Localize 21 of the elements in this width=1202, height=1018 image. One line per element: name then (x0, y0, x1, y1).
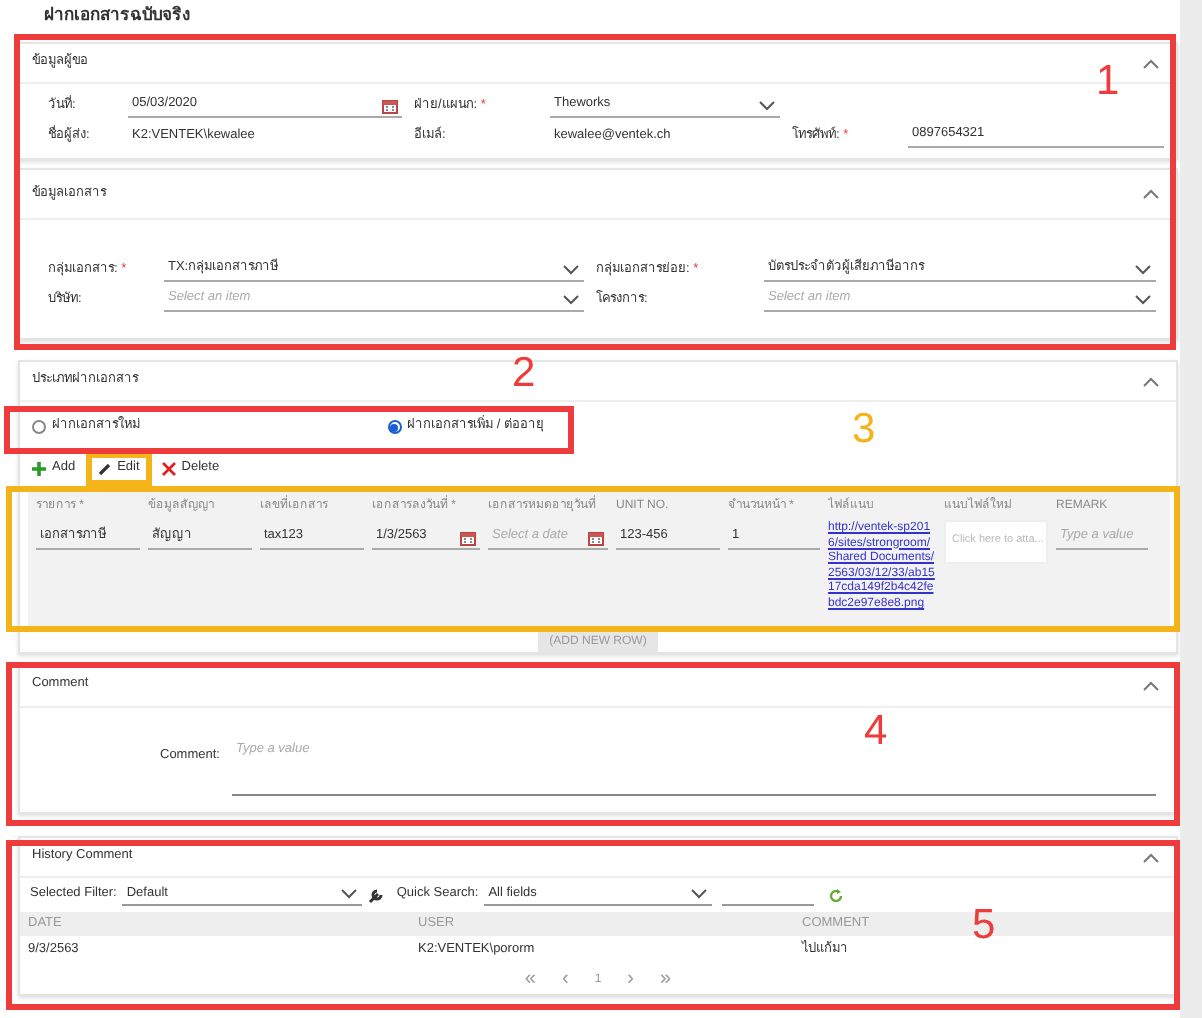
calendar-icon[interactable] (382, 97, 398, 113)
page-title: ฝากเอกสารฉบับจริง (44, 6, 190, 28)
chevron-up-icon[interactable] (1142, 188, 1160, 200)
calendar-icon[interactable] (460, 529, 476, 545)
calendar-icon[interactable] (588, 529, 604, 545)
pencil-icon (97, 462, 112, 476)
chevron-down-icon[interactable] (340, 888, 359, 900)
annotation-number: 5 (972, 904, 996, 946)
chevron-down-icon[interactable] (758, 99, 776, 111)
plus-icon (32, 462, 46, 476)
annotation-number: 2 (512, 352, 536, 394)
chevron-up-icon[interactable] (1142, 375, 1160, 387)
annotation-number: 3 (852, 408, 876, 450)
wrench-icon[interactable] (368, 887, 385, 903)
annotation-number: 1 (1096, 60, 1120, 102)
chevron-up-icon[interactable] (1142, 57, 1160, 69)
chevron-up-icon[interactable] (1142, 679, 1160, 691)
refresh-icon[interactable] (828, 887, 845, 903)
close-icon (161, 462, 176, 476)
chevron-down-icon[interactable] (690, 888, 709, 900)
chevron-up-icon[interactable] (1142, 851, 1160, 863)
